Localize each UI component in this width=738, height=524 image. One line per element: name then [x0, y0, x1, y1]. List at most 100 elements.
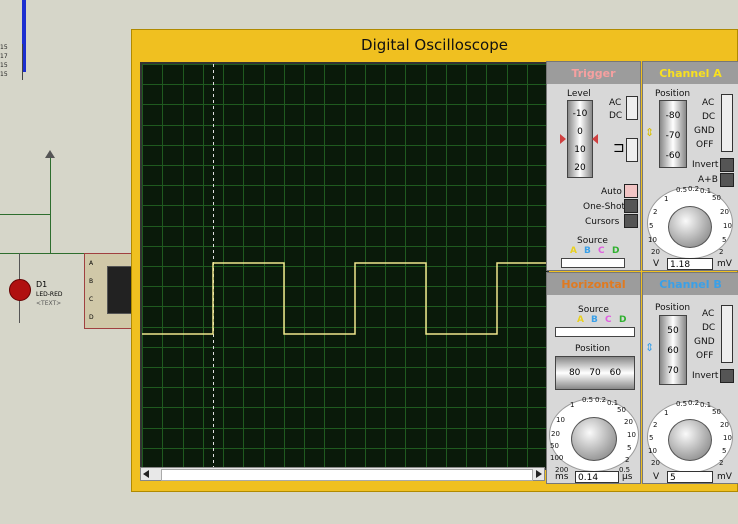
level-drum[interactable]: -10 0 10 20 [567, 100, 593, 178]
a-plus-b-label: A+B [698, 175, 718, 185]
source-label: Source [577, 236, 608, 246]
gnd-label: GND [694, 337, 715, 347]
auto-button[interactable] [624, 184, 638, 198]
source-a: A [577, 315, 584, 325]
position-drum[interactable]: -80 -70 -60 [659, 100, 687, 168]
oscilloscope-window: Digital Oscilloscope Trigger Level -10 0… [131, 29, 738, 492]
dial-tick: 20 [551, 430, 560, 438]
one-shot-button[interactable] [624, 199, 638, 213]
scope-component[interactable]: A B C D [84, 253, 134, 329]
dial-tick: 0.2 [688, 185, 700, 193]
led-text: <TEXT> [36, 300, 62, 307]
wire [0, 253, 84, 254]
scroll-thumb[interactable] [161, 469, 533, 481]
waveform-display [142, 64, 548, 469]
unit-us: µs [622, 472, 633, 482]
invert-button[interactable] [720, 158, 734, 172]
coupling-toggle[interactable] [721, 94, 733, 152]
dial-tick: 0.2 [595, 396, 607, 404]
tick: -70 [665, 131, 681, 141]
ac-dc-toggle[interactable] [626, 96, 638, 120]
scope-pin-b: B [89, 278, 94, 285]
oscilloscope-screen[interactable] [140, 62, 549, 470]
edge-toggle[interactable] [626, 138, 638, 162]
tick: 20 [574, 163, 586, 173]
wire [50, 155, 51, 253]
bus-entries [0, 44, 23, 80]
tick: 60 [609, 368, 622, 378]
dial-tick: 2 [719, 248, 724, 256]
scroll-left-icon[interactable] [143, 470, 149, 478]
position-arrows-icon: ⇕ [645, 126, 655, 139]
horizontal-scrollbar[interactable] [140, 467, 545, 481]
tick: 60 [667, 346, 679, 356]
led-icon[interactable] [9, 279, 31, 301]
position-drum[interactable]: 50 60 70 [659, 315, 687, 385]
one-shot-label: One-Shot [583, 202, 626, 212]
unit-volts: V [653, 259, 660, 269]
dial-tick: 0.5 [676, 186, 688, 194]
dial-tick: 50 [712, 194, 721, 202]
dial-tick: 2 [653, 208, 658, 216]
dial-tick: 50 [550, 442, 559, 450]
position-arrows-icon: ⇕ [645, 341, 655, 354]
led-ref: D1 [36, 280, 48, 289]
dial-tick: 10 [627, 431, 636, 439]
channel-a-value-field[interactable]: 1.18 [667, 258, 713, 270]
tick: 80 [568, 368, 581, 378]
timebase-knob[interactable] [571, 417, 617, 461]
dial-tick: 5 [649, 222, 654, 230]
dc-label: DC [702, 112, 716, 122]
tick: -60 [665, 151, 681, 161]
level-arrow-left-icon [560, 134, 566, 144]
wire [0, 214, 50, 215]
dial-tick: 10 [648, 236, 657, 244]
dial-tick: 0.5 [582, 396, 594, 404]
auto-label: Auto [601, 187, 622, 197]
source-c: C [605, 315, 612, 325]
dial-tick: 2 [719, 459, 724, 467]
dial-tick: 20 [720, 421, 729, 429]
dial-tick: 0.1 [700, 401, 712, 409]
window-title: Digital Oscilloscope [361, 36, 508, 54]
dial-tick: 5 [649, 434, 654, 442]
a-plus-b-button[interactable] [720, 173, 734, 187]
invert-button[interactable] [720, 369, 734, 383]
scope-pin-d: D [89, 314, 94, 321]
source-slider[interactable] [561, 258, 625, 268]
cursors-button[interactable] [624, 214, 638, 228]
tick: 70 [667, 366, 679, 376]
source-slider[interactable] [555, 327, 635, 337]
coupling-toggle[interactable] [721, 305, 733, 363]
dial-tick: 50 [617, 406, 626, 414]
dial-tick: 0.2 [688, 399, 700, 407]
tick: -80 [665, 111, 681, 121]
scroll-right-icon[interactable] [536, 470, 542, 478]
ac-label: AC [702, 98, 715, 108]
tick: -10 [572, 109, 588, 119]
source-d: D [619, 315, 627, 325]
tick: 70 [589, 368, 601, 378]
position-label: Position [655, 303, 691, 313]
position-drum[interactable]: 80 70 60 [555, 356, 635, 390]
channel-b-value-field[interactable]: 5 [667, 471, 713, 483]
position-label: Position [655, 89, 691, 99]
level-label: Level [567, 89, 591, 99]
source-d: D [612, 246, 620, 256]
dc-label: DC [702, 323, 716, 333]
volts-knob[interactable] [668, 206, 712, 248]
volts-knob[interactable] [668, 419, 712, 461]
timebase-value-field[interactable]: 0.14 [575, 471, 619, 483]
trigger-title: Trigger [547, 62, 640, 84]
dial-tick: 1 [664, 409, 669, 417]
dial-tick: 10 [723, 222, 732, 230]
edge-rising-falling-icon: ⊐ [613, 140, 625, 156]
source-b: B [584, 246, 591, 256]
unit-millivolts: mV [717, 259, 732, 269]
dial-tick: 20 [720, 208, 729, 216]
scope-thumbnail-icon [107, 266, 133, 314]
channel-a-panel: Channel A Position -80 -70 -60 ⇕ AC DC G… [642, 61, 738, 271]
dial-tick: 20 [624, 418, 633, 426]
source-a: A [570, 246, 577, 256]
dial-tick: 5 [627, 444, 632, 452]
